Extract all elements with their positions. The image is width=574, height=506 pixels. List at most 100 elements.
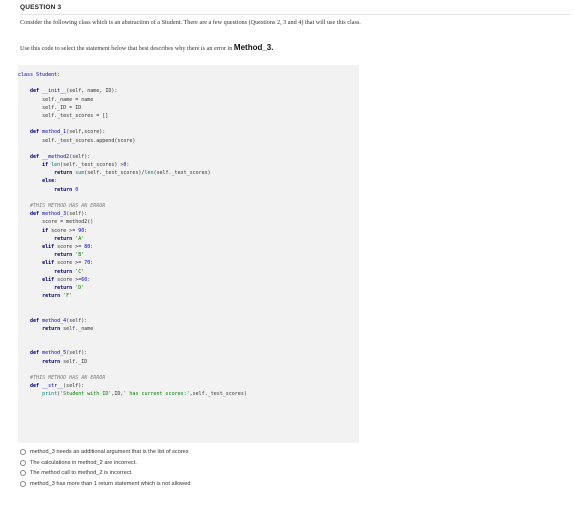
answer-option[interactable]: The method call to method_2 is incorrect… <box>20 468 190 479</box>
code-token: print <box>42 391 58 398</box>
radio-button[interactable] <box>20 470 26 477</box>
code-token: 'Student with ID' <box>60 391 112 398</box>
code-token: self._ID <box>63 358 88 365</box>
code-line: return 0 <box>18 186 247 194</box>
code-line: self._ID = ID <box>18 104 247 112</box>
code-token: : <box>54 178 58 185</box>
code-listing: class Student: def __init__(self, name, … <box>18 71 247 399</box>
code-token: ,ID, <box>111 391 124 398</box>
answer-options: method_3 needs an additional argument th… <box>20 447 190 489</box>
code-line: self._test_scores = [] <box>18 112 247 120</box>
code-token: def <box>18 383 43 390</box>
code-token: __init__ <box>42 88 67 95</box>
code-token: def <box>18 211 43 218</box>
code-token: (self): <box>66 317 88 324</box>
code-line: self._name = name <box>18 96 247 104</box>
code-line: return self._name <box>18 325 247 333</box>
code-line: def method_3(self): <box>18 210 247 218</box>
code-token: def <box>18 317 43 324</box>
code-line: if score >= 90: <box>18 227 247 235</box>
code-token: self._test_scores.append(score) <box>18 137 136 144</box>
code-token: 'C' <box>75 268 85 275</box>
radio-button[interactable] <box>20 480 26 487</box>
code-token: class Student: <box>18 72 61 78</box>
code-token: method_4 <box>42 317 67 324</box>
code-token: method_1 <box>42 129 67 136</box>
code-line: #THIS METHOD HAS AN ERROR <box>18 202 247 210</box>
code-token: score >= <box>57 260 85 267</box>
code-token: return <box>18 170 76 177</box>
question-intro: Consider the following class which is an… <box>20 19 361 26</box>
code-token: method_5 <box>42 350 67 357</box>
answer-option[interactable]: method_3 has more than 1 return statemen… <box>20 479 190 490</box>
code-token: self._name <box>63 325 94 332</box>
code-token: : <box>126 162 130 169</box>
code-token: ,self._test_scores) <box>189 391 247 398</box>
code-line: return 'D' <box>18 284 247 292</box>
code-line: elif score >= 70: <box>18 259 247 267</box>
code-token: : <box>87 276 91 283</box>
header-divider <box>20 14 570 15</box>
instruction-method-name: Method_3. <box>233 43 274 52</box>
code-line: return sum(self._test_scores)/len(self._… <box>18 169 247 177</box>
code-line: print('Student with ID',ID,' has current… <box>18 390 247 398</box>
answer-option[interactable]: The calculations in method_2 are incorre… <box>20 458 190 469</box>
code-line: def method_1(self,score): <box>18 128 247 136</box>
code-token: elif <box>18 243 58 250</box>
code-line: if len(self._test_scores) >0: <box>18 161 247 169</box>
code-token: self._ID = ID <box>18 104 82 111</box>
answer-option-label[interactable]: The calculations in method_2 are incorre… <box>30 460 137 466</box>
code-token: return <box>18 186 76 193</box>
code-token: elif <box>18 260 58 267</box>
radio-button[interactable] <box>20 459 26 466</box>
code-token: elif <box>18 276 58 283</box>
question-instruction: Use this code to select the statement be… <box>20 43 273 52</box>
code-token: (self, name, ID): <box>66 88 118 95</box>
code-token: def <box>18 153 43 160</box>
code-token: 'B' <box>75 252 85 259</box>
code-token: (self): <box>69 153 91 160</box>
code-token: : <box>90 260 94 267</box>
code-token: def <box>18 350 43 357</box>
code-token: score >= <box>57 276 82 283</box>
answer-option-label[interactable]: The method call to method_2 is incorrect… <box>30 470 133 476</box>
answer-option-label[interactable]: method_3 has more than 1 return statemen… <box>30 481 190 487</box>
code-token: return <box>18 252 76 259</box>
answer-option[interactable]: method_3 needs an additional argument th… <box>20 447 190 458</box>
code-token: ' has current scores:' <box>123 391 190 398</box>
code-token: (self): <box>66 211 88 218</box>
code-line: elif score >= 80: <box>18 243 247 251</box>
code-line: return 'B' <box>18 251 247 259</box>
code-line: score = method2() <box>18 218 247 226</box>
code-token: return <box>18 325 64 332</box>
code-token: score >= <box>57 243 85 250</box>
code-token: score = method2() <box>18 219 94 226</box>
code-token: __str__ <box>42 383 64 390</box>
code-line: else: <box>18 177 247 185</box>
code-token: 'A' <box>75 235 85 242</box>
radio-button[interactable] <box>20 449 26 456</box>
code-token: return <box>18 293 64 300</box>
code-token: : <box>84 227 88 234</box>
code-token: : <box>90 243 94 250</box>
code-token: self._test_scores = [] <box>18 112 109 119</box>
code-token: (self): <box>66 350 88 357</box>
code-line: elif score >=60: <box>18 276 247 284</box>
code-token: #THIS METHOD HAS AN ERROR <box>18 203 106 209</box>
code-token: (self): <box>63 383 85 390</box>
code-token: def <box>18 88 43 95</box>
code-token: (self._test_scores) > <box>60 162 124 169</box>
instruction-text: Use this code to select the statement be… <box>20 45 234 52</box>
code-token: return <box>18 358 64 365</box>
code-token: (self._test_scores)/ <box>84 170 145 177</box>
code-token: #THIS METHOD HAS AN ERROR <box>18 374 106 381</box>
answer-option-label[interactable]: method_3 needs an additional argument th… <box>30 449 189 455</box>
